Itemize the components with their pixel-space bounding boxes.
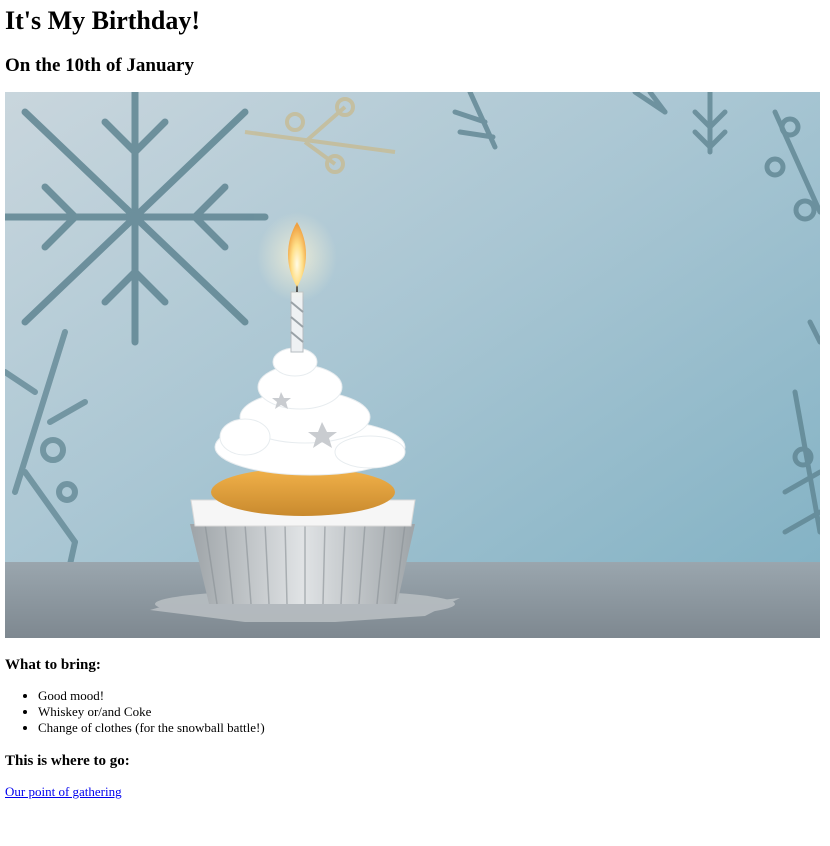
bring-heading: What to bring:	[5, 657, 101, 673]
page-title: It's My Birthday!	[5, 6, 200, 35]
list-item: Whiskey or/and Coke	[38, 704, 825, 720]
list-item: Good mood!	[38, 688, 825, 704]
location-heading: This is where to go:	[5, 753, 130, 769]
bring-list: Good mood! Whiskey or/and Coke Change of…	[5, 688, 825, 736]
list-item: Change of clothes (for the snowball batt…	[38, 720, 825, 736]
page-subtitle: On the 10th of January	[5, 55, 194, 76]
gathering-point-link[interactable]: Our point of gathering	[5, 784, 122, 799]
location-paragraph: Our point of gathering	[5, 784, 825, 800]
cupcake-image	[5, 92, 820, 638]
page: It's My Birthday! On the 10th of January	[0, 4, 830, 800]
